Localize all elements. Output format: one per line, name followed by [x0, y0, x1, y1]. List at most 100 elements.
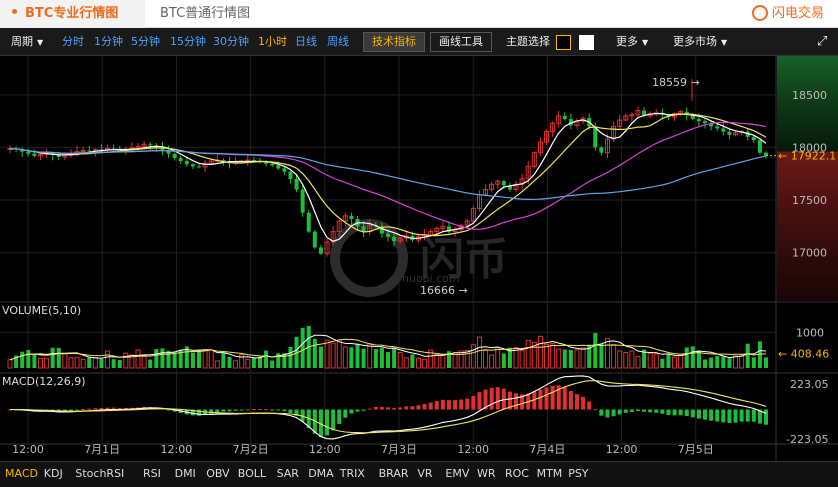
theme-dark-swatch[interactable]: [556, 35, 571, 50]
volume-bar: [410, 354, 415, 368]
volume-bar: [312, 338, 317, 368]
candle: [172, 153, 177, 158]
volume-bar: [593, 332, 598, 368]
volume-bar: [336, 339, 342, 369]
period-option[interactable]: 周线: [327, 28, 349, 56]
volume-bar: [617, 350, 623, 369]
indicator-tab-boll[interactable]: BOLL: [238, 462, 266, 487]
indicator-tab-sar[interactable]: SAR: [277, 462, 299, 487]
macd-histogram-bar: [538, 389, 543, 410]
fullscreen-icon[interactable]: ⤢: [817, 28, 827, 56]
candle: [715, 126, 720, 129]
tab-btc-pro-chart[interactable]: BTC专业行情图: [0, 0, 145, 28]
volume-bar: [574, 349, 580, 369]
more-markets-label: 更多市场: [673, 35, 717, 48]
macd-axis-bottom: -223.05: [786, 433, 828, 446]
volume-bar: [604, 337, 610, 369]
macd-histogram-bar: [416, 405, 421, 410]
volume-bar: [245, 358, 251, 369]
tech-indicator-button[interactable]: 技术指标: [363, 32, 425, 52]
tab-btc-basic-chart[interactable]: BTC普通行情图: [160, 0, 250, 28]
indicator-tab-brar[interactable]: BRAR: [379, 462, 409, 487]
volume-bar: [715, 356, 720, 368]
macd-histogram-bar: [745, 409, 750, 422]
candle: [703, 121, 708, 124]
volume-bar: [403, 357, 409, 369]
indicator-tab-vr[interactable]: VR: [417, 462, 432, 487]
macd-histogram-bar: [709, 409, 714, 421]
volume-bar: [154, 349, 159, 368]
candle: [276, 165, 281, 169]
macd-histogram-bar: [434, 401, 439, 410]
indicator-tab-trix[interactable]: TRIX: [340, 462, 365, 487]
volume-bar: [733, 355, 739, 369]
period-option[interactable]: 1分钟: [94, 28, 123, 56]
period-option[interactable]: 日线: [295, 28, 317, 56]
low-price-marker: 16666 →: [420, 284, 468, 297]
candle: [751, 136, 756, 141]
macd-histogram-bar: [325, 409, 330, 436]
macd-histogram-bar: [93, 408, 98, 410]
indicator-tab-macd[interactable]: MACD: [5, 462, 38, 487]
volume-bar: [251, 357, 256, 368]
volume-bar: [324, 339, 330, 369]
ma5-line: [9, 113, 767, 242]
volume-bar: [361, 348, 366, 368]
more-markets-dropdown[interactable]: 更多市场 ▼: [673, 28, 727, 56]
period-dropdown[interactable]: 周期 ▼: [11, 28, 43, 56]
candle: [721, 128, 726, 132]
depth-bid-area: [777, 56, 838, 152]
indicator-tab-psy[interactable]: PSY: [568, 462, 588, 487]
period-option-active[interactable]: 1小时: [258, 28, 287, 56]
indicator-tab-stochrsi[interactable]: StochRSI: [75, 462, 124, 487]
indicator-tab-obv[interactable]: OBV: [206, 462, 229, 487]
volume-bar: [751, 357, 756, 368]
period-option[interactable]: 30分钟: [213, 28, 249, 56]
macd-histogram-bar: [764, 409, 768, 425]
brand-link[interactable]: 闪电交易: [751, 0, 824, 28]
indicator-tab-kdj[interactable]: KDJ: [44, 462, 63, 487]
indicator-tab-mtm[interactable]: MTM: [537, 462, 563, 487]
macd-histogram-bar: [245, 409, 250, 411]
price-tick-label: 18500: [792, 89, 827, 102]
indicator-tab-roc[interactable]: ROC: [505, 462, 529, 487]
volume-bar: [74, 357, 80, 369]
macd-histogram-bar: [398, 407, 403, 410]
volume-bar: [214, 360, 220, 369]
macd-histogram-bar: [465, 398, 470, 410]
macd-histogram-bar: [361, 409, 366, 411]
volume-bar: [68, 357, 74, 369]
volume-bar: [690, 346, 695, 368]
lightning-logo-icon: [751, 4, 768, 21]
volume-bar: [415, 357, 421, 369]
volume-bar: [111, 359, 116, 368]
macd-histogram-bar: [355, 409, 360, 412]
period-option[interactable]: 5分钟: [131, 28, 160, 56]
period-option[interactable]: 分时: [62, 28, 84, 56]
theme-light-swatch[interactable]: [579, 35, 594, 50]
volume-bar: [87, 357, 92, 368]
volume-bar: [99, 358, 104, 368]
candlestick-chart[interactable]: 闪币 huobi.com 1850018000175001700012:00 7月…: [0, 56, 838, 461]
candles: [7, 106, 768, 257]
tab-bar: BTC专业行情图 BTC普通行情图 闪电交易: [0, 0, 838, 28]
more-dropdown[interactable]: 更多 ▼: [616, 28, 648, 56]
indicator-tab-dmi[interactable]: DMI: [175, 462, 196, 487]
macd-histogram-bar: [422, 404, 427, 410]
indicator-tab-dma[interactable]: DMA: [308, 462, 334, 487]
volume-bar: [221, 352, 226, 368]
macd-histogram-bar: [568, 391, 573, 410]
candle: [757, 140, 762, 153]
volume-bar: [288, 347, 293, 368]
period-option[interactable]: 15分钟: [170, 28, 206, 56]
chart-area[interactable]: 闪币 huobi.com 18500 18000 17500 17000 12:00 7月…: [0, 56, 838, 461]
candle: [190, 164, 195, 167]
active-dot-icon: [12, 9, 17, 14]
candle: [599, 147, 604, 153]
macd-histogram-bar: [209, 409, 214, 414]
indicator-tab-emv[interactable]: EMV: [445, 462, 469, 487]
draw-tools-button[interactable]: 画线工具: [430, 32, 492, 52]
indicator-tab-rsi[interactable]: RSI: [143, 462, 161, 487]
indicator-tab-wr[interactable]: WR: [477, 462, 496, 487]
volume-bar: [458, 350, 464, 369]
